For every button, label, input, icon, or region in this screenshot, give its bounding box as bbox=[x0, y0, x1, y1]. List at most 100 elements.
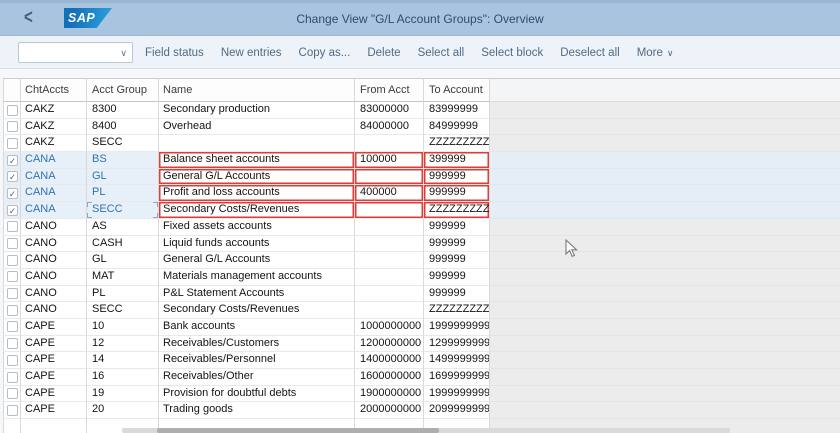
row-checkbox[interactable] bbox=[7, 388, 18, 399]
toolbar-button-new-entries[interactable]: New entries bbox=[221, 47, 282, 59]
cell-acct-group[interactable]: AS bbox=[87, 219, 159, 236]
cell-to-account[interactable]: 999999 bbox=[424, 252, 490, 269]
cell-from-acct[interactable]: 400000 bbox=[355, 185, 424, 202]
cell-chtaccts[interactable]: CANA bbox=[21, 152, 87, 169]
toolbar-button-delete[interactable]: Delete bbox=[367, 47, 400, 59]
row-checkbox[interactable] bbox=[7, 372, 18, 383]
cell-name[interactable]: Receivables/Customers bbox=[159, 336, 355, 353]
toolbar-button-select-block[interactable]: Select block bbox=[481, 47, 543, 59]
cell-acct-group[interactable]: PL bbox=[87, 185, 159, 202]
cell-acct-group[interactable]: 20 bbox=[87, 402, 159, 419]
cell-chtaccts[interactable]: CANO bbox=[21, 236, 87, 253]
cell-acct-group[interactable]: BS bbox=[87, 152, 159, 169]
cell-name[interactable]: Overhead bbox=[159, 119, 355, 136]
cell-acct-group[interactable]: 14 bbox=[87, 352, 159, 369]
cell-from-acct[interactable]: 100000 bbox=[355, 152, 424, 169]
cell-name[interactable]: Receivables/Other bbox=[159, 369, 355, 386]
row-checkbox[interactable] bbox=[7, 405, 18, 416]
cell-to-account[interactable]: 399999 bbox=[424, 152, 490, 169]
row-checkbox[interactable] bbox=[7, 121, 18, 132]
cell-to-account[interactable]: 2099999999 bbox=[424, 402, 490, 419]
cell-name[interactable]: Profit and loss accounts bbox=[159, 185, 355, 202]
cell-from-acct[interactable]: 83000000 bbox=[355, 102, 424, 119]
cell-from-acct[interactable] bbox=[355, 169, 424, 186]
cell-name[interactable]: Bank accounts bbox=[159, 319, 355, 336]
cell-to-account[interactable]: 999999 bbox=[424, 269, 490, 286]
cell-from-acct[interactable]: 2000000000 bbox=[355, 402, 424, 419]
cell-from-acct[interactable] bbox=[355, 236, 424, 253]
row-checkbox-checked[interactable]: ✓ bbox=[7, 155, 18, 166]
cell-name[interactable]: Secondary Costs/Revenues bbox=[159, 202, 355, 219]
row-checkbox[interactable] bbox=[7, 255, 18, 266]
row-checkbox[interactable] bbox=[7, 138, 18, 149]
cell-chtaccts[interactable]: CANO bbox=[21, 269, 87, 286]
cell-from-acct[interactable]: 1000000000 bbox=[355, 319, 424, 336]
cell-from-acct[interactable]: 84000000 bbox=[355, 119, 424, 136]
toolbar-button-select-all[interactable]: Select all bbox=[418, 47, 465, 59]
cell-to-account[interactable]: 999999 bbox=[424, 169, 490, 186]
cell-chtaccts[interactable]: CANO bbox=[21, 219, 87, 236]
cell-chtaccts[interactable]: CAPE bbox=[21, 352, 87, 369]
cell-to-account[interactable]: 83999999 bbox=[424, 102, 490, 119]
cell-from-acct[interactable]: 1400000000 bbox=[355, 352, 424, 369]
cell-to-account[interactable]: ZZZZZZZZZZ bbox=[424, 202, 490, 219]
cell-to-account[interactable]: 999999 bbox=[424, 236, 490, 253]
cell-acct-group[interactable]: 16 bbox=[87, 369, 159, 386]
cell-name[interactable]: Secondary production bbox=[159, 102, 355, 119]
cell-from-acct[interactable] bbox=[355, 219, 424, 236]
cell-from-acct[interactable] bbox=[355, 286, 424, 303]
cell-acct-group[interactable]: SECC bbox=[87, 302, 159, 319]
cell-to-account[interactable]: 1999999999 bbox=[424, 319, 490, 336]
row-checkbox-checked[interactable]: ✓ bbox=[7, 171, 18, 182]
cell-acct-group[interactable]: GL bbox=[87, 252, 159, 269]
cell-to-account[interactable]: 1499999999 bbox=[424, 352, 490, 369]
cell-chtaccts[interactable]: CAPE bbox=[21, 336, 87, 353]
cell-from-acct[interactable] bbox=[355, 269, 424, 286]
cell-name[interactable]: Balance sheet accounts bbox=[159, 152, 355, 169]
cell-acct-group[interactable]: 8300 bbox=[87, 102, 159, 119]
cell-to-account[interactable]: 1299999999 bbox=[424, 336, 490, 353]
cell-from-acct[interactable] bbox=[355, 252, 424, 269]
row-checkbox[interactable] bbox=[7, 238, 18, 249]
cell-acct-group[interactable]: MAT bbox=[87, 269, 159, 286]
cell-chtaccts[interactable]: CAPE bbox=[21, 319, 87, 336]
cell-chtaccts[interactable]: CAPE bbox=[21, 402, 87, 419]
cell-from-acct[interactable] bbox=[355, 135, 424, 152]
toolbar-button-more[interactable]: More∨ bbox=[637, 47, 674, 59]
cell-to-account[interactable]: 999999 bbox=[424, 185, 490, 202]
cell-acct-group[interactable]: SECC bbox=[87, 135, 159, 152]
cell-acct-group[interactable]: 12 bbox=[87, 336, 159, 353]
cell-name[interactable]: Receivables/Personnel bbox=[159, 352, 355, 369]
cell-chtaccts[interactable]: CANA bbox=[21, 169, 87, 186]
row-checkbox[interactable] bbox=[7, 355, 18, 366]
toolbar-button-field-status[interactable]: Field status bbox=[145, 47, 204, 59]
cell-acct-group[interactable]: SECC bbox=[87, 202, 159, 219]
cell-name[interactable]: Materials management accounts bbox=[159, 269, 355, 286]
cell-chtaccts[interactable]: CANA bbox=[21, 202, 87, 219]
row-checkbox[interactable] bbox=[7, 105, 18, 116]
cell-acct-group[interactable]: GL bbox=[87, 169, 159, 186]
scrollbar-thumb[interactable] bbox=[157, 428, 439, 433]
cell-to-account[interactable]: 84999999 bbox=[424, 119, 490, 136]
cell-to-account[interactable]: 1999999999 bbox=[424, 386, 490, 403]
row-checkbox-checked[interactable]: ✓ bbox=[7, 188, 18, 199]
row-checkbox[interactable] bbox=[7, 321, 18, 332]
cell-chtaccts[interactable]: CAPE bbox=[21, 369, 87, 386]
cell-from-acct[interactable]: 1200000000 bbox=[355, 336, 424, 353]
cell-name[interactable] bbox=[159, 135, 355, 152]
row-checkbox[interactable] bbox=[7, 221, 18, 232]
row-checkbox[interactable] bbox=[7, 305, 18, 316]
column-header-chtaccts[interactable]: ChtAccts bbox=[21, 78, 87, 102]
cell-chtaccts[interactable]: CAKZ bbox=[21, 135, 87, 152]
cell-from-acct[interactable]: 1900000000 bbox=[355, 386, 424, 403]
cell-from-acct[interactable]: 1600000000 bbox=[355, 369, 424, 386]
cell-name[interactable]: Provision for doubtful debts bbox=[159, 386, 355, 403]
cell-acct-group[interactable]: PL bbox=[87, 286, 159, 303]
column-header-to[interactable]: To Account bbox=[424, 78, 490, 102]
cell-acct-group[interactable]: 19 bbox=[87, 386, 159, 403]
cell-name[interactable]: P&L Statement Accounts bbox=[159, 286, 355, 303]
cell-chtaccts[interactable]: CAKZ bbox=[21, 102, 87, 119]
cell-chtaccts[interactable]: CANO bbox=[21, 302, 87, 319]
row-checkbox-checked[interactable]: ✓ bbox=[7, 205, 18, 216]
cell-to-account[interactable]: 999999 bbox=[424, 219, 490, 236]
